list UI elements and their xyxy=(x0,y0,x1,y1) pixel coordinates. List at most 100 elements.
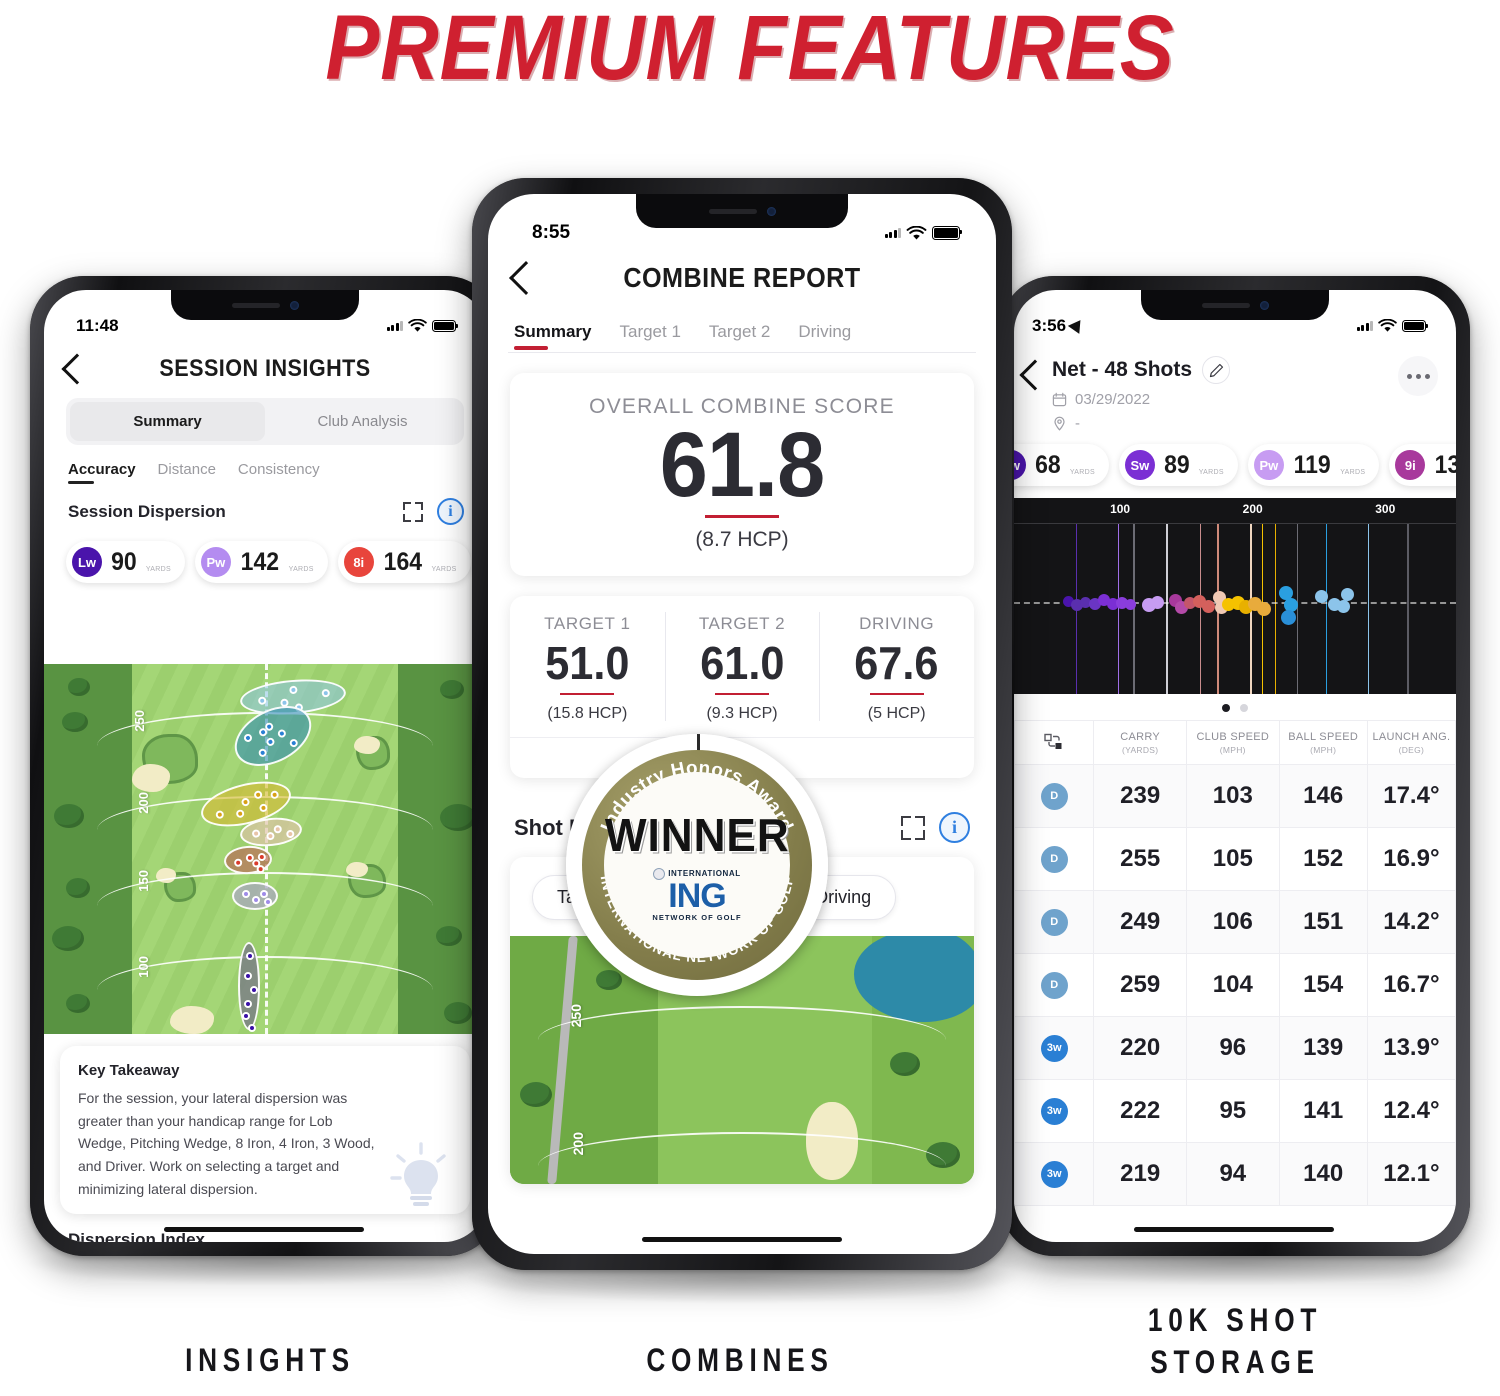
cell-launch-angle: 12.4° xyxy=(1366,1079,1456,1143)
session-title-line: Net - 48 Shots xyxy=(1052,356,1398,384)
session-dispersion-header: Session Dispersion i xyxy=(44,484,486,525)
badge-inner: WINNER INTERNATIONAL ING NETWORK OF GOLF xyxy=(604,772,790,958)
club-distance: 90 xyxy=(111,547,137,576)
value-underline xyxy=(560,692,615,696)
breakdown-label: DRIVING xyxy=(859,613,935,633)
shot-distance-chart[interactable]: 100 200 300 xyxy=(1014,498,1456,694)
info-icon[interactable]: i xyxy=(437,498,464,525)
award-badge: Industry Honors Award INTERNATIONAL NETW… xyxy=(566,734,828,996)
breakdown-value: 61.0 xyxy=(699,636,785,689)
segment-summary[interactable]: Summary xyxy=(70,402,265,441)
subtab-accuracy[interactable]: Accuracy xyxy=(68,461,136,484)
club-chip-row[interactable]: Lw 68 YARDS Sw 89 YARDS Pw 119 YARDS 9i … xyxy=(1014,432,1456,498)
club-chip[interactable]: Sw 89 YARDS xyxy=(1118,444,1238,486)
chart-axis: 100 200 300 xyxy=(1014,498,1456,524)
shadow-left xyxy=(24,1240,504,1286)
cell-carry: 239 xyxy=(1093,764,1187,828)
club-chip[interactable]: 9i 138 YARDS xyxy=(1389,444,1456,486)
segmented-control[interactable]: Summary Club Analysis xyxy=(66,398,464,445)
column-settings-cell[interactable] xyxy=(1014,720,1095,765)
subtab-bar: Accuracy Distance Consistency xyxy=(44,445,486,484)
session-dispersion-map[interactable]: 250 200 150 100 xyxy=(44,664,486,1034)
tab-summary[interactable]: Summary xyxy=(514,322,591,352)
info-icon[interactable]: i xyxy=(939,812,970,844)
axis-tick-300: 300 xyxy=(1375,502,1396,516)
section-title: Session Dispersion xyxy=(68,501,226,521)
column-launch-angle[interactable]: LAUNCH ANG. (DEG) xyxy=(1366,720,1456,765)
expand-icon[interactable] xyxy=(403,501,423,522)
tab-driving[interactable]: Driving xyxy=(798,322,851,352)
club-badge: Pw xyxy=(1253,450,1284,480)
expand-icon[interactable] xyxy=(901,815,925,840)
cell-club-speed: 94 xyxy=(1185,1142,1280,1206)
breakdown-target-1: TARGET 1 51.0 (15.8 HCP) xyxy=(510,596,665,738)
page-dot-1[interactable] xyxy=(1222,704,1230,712)
chart-page-dots[interactable] xyxy=(1014,694,1456,720)
phone-right-shot-storage: 3:56 Net - 48 Shots 03/29/2022 - w 68 YA… xyxy=(1000,276,1470,1256)
table-row[interactable]: D 249 106 151 14.2° xyxy=(1014,890,1456,954)
table-row[interactable]: D 259 104 154 16.7° xyxy=(1014,953,1456,1017)
club-badge: D xyxy=(1040,908,1068,936)
row-club-cell: D xyxy=(1014,953,1095,1017)
cell-carry: 222 xyxy=(1093,1079,1187,1143)
session-header: Net - 48 Shots 03/29/2022 - xyxy=(1014,342,1456,432)
calendar-icon xyxy=(1052,392,1067,407)
table-row[interactable]: D 239 103 146 17.4° xyxy=(1014,764,1456,828)
cell-launch-angle: 12.1° xyxy=(1366,1142,1456,1206)
combine-tab-bar: Summary Target 1 Target 2 Driving xyxy=(488,310,996,352)
column-carry[interactable]: CARRY (YARDS) xyxy=(1093,720,1187,765)
pencil-icon[interactable] xyxy=(1202,356,1231,384)
club-chip-row[interactable]: Lw 90 YARDS Pw 142 YARDS 8i 164 YARDS 6i… xyxy=(44,525,486,597)
shots-table[interactable]: CARRY (YARDS) CLUB SPEED (MPH) BALL SPEED(… xyxy=(1014,720,1456,1206)
overall-score-hcp: (8.7 HCP) xyxy=(695,527,789,551)
club-chip[interactable]: Pw 142 YARDS xyxy=(194,541,328,583)
column-ball-speed[interactable]: BALL SPEED (MPH) xyxy=(1278,720,1368,765)
yardage-label-200: 200 xyxy=(570,1132,586,1156)
overall-score-label: OVERALL COMBINE SCORE xyxy=(589,395,895,418)
key-takeaway-title: Key Takeaway xyxy=(78,1062,180,1079)
segment-club-analysis[interactable]: Club Analysis xyxy=(265,402,460,441)
table-row[interactable]: D 255 105 152 16.9° xyxy=(1014,827,1456,891)
club-chip[interactable]: 8i 164 YARDS xyxy=(337,541,471,583)
table-row[interactable]: 3w 222 95 141 12.4° xyxy=(1014,1079,1456,1143)
subtab-consistency[interactable]: Consistency xyxy=(238,461,320,484)
center-screen: 8:55 COMBINE REPORT Summary Target 1 Tar… xyxy=(488,194,996,1254)
cell-launch-angle: 17.4° xyxy=(1366,764,1456,828)
breakdown-hcp: (9.3 HCP) xyxy=(706,705,778,723)
session-title-block: Net - 48 Shots 03/29/2022 - xyxy=(1046,356,1398,432)
table-row[interactable]: 3w 220 96 139 13.9° xyxy=(1014,1016,1456,1080)
row-club-cell: D xyxy=(1014,764,1095,828)
caption-insights: INSIGHTS xyxy=(185,1342,355,1378)
more-options-icon[interactable] xyxy=(1398,356,1438,396)
club-unit: YARDS xyxy=(288,566,314,573)
club-chip[interactable]: Lw 68 YARDS xyxy=(1014,444,1109,486)
club-badge: Lw xyxy=(72,547,102,577)
club-badge: D xyxy=(1040,782,1068,810)
club-badge: 8i xyxy=(343,547,374,577)
shadow-right xyxy=(996,1240,1476,1286)
page-dot-2[interactable] xyxy=(1240,704,1248,712)
table-row[interactable]: 3w 219 94 140 12.1° xyxy=(1014,1142,1456,1206)
club-chip[interactable]: Pw 119 YARDS xyxy=(1247,444,1380,486)
center-navbar: COMBINE REPORT xyxy=(488,246,996,310)
page-title-combine-report: COMBINE REPORT xyxy=(623,262,861,293)
cell-club-speed: 104 xyxy=(1185,953,1280,1017)
column-club-speed[interactable]: CLUB SPEED (MPH) xyxy=(1185,720,1280,765)
status-indicators xyxy=(386,319,459,333)
row-club-cell: 3w xyxy=(1014,1079,1095,1143)
cell-carry: 220 xyxy=(1093,1016,1187,1080)
cell-carry: 255 xyxy=(1093,827,1187,891)
page-title: PREMIUM FEATURES xyxy=(325,0,1175,99)
tab-target-1[interactable]: Target 1 xyxy=(619,322,680,352)
club-chip[interactable]: Lw 90 YARDS xyxy=(66,541,185,583)
column-settings-icon[interactable] xyxy=(1044,733,1064,754)
cellular-signal-icon xyxy=(386,321,403,331)
row-club-cell: 3w xyxy=(1014,1016,1095,1080)
cell-launch-angle: 14.2° xyxy=(1366,890,1456,954)
subtab-distance[interactable]: Distance xyxy=(158,461,216,484)
speaker-icon xyxy=(708,208,757,214)
cell-ball-speed: 154 xyxy=(1278,953,1368,1017)
cell-ball-speed: 151 xyxy=(1278,890,1368,954)
divider xyxy=(508,352,976,353)
tab-target-2[interactable]: Target 2 xyxy=(709,322,770,352)
